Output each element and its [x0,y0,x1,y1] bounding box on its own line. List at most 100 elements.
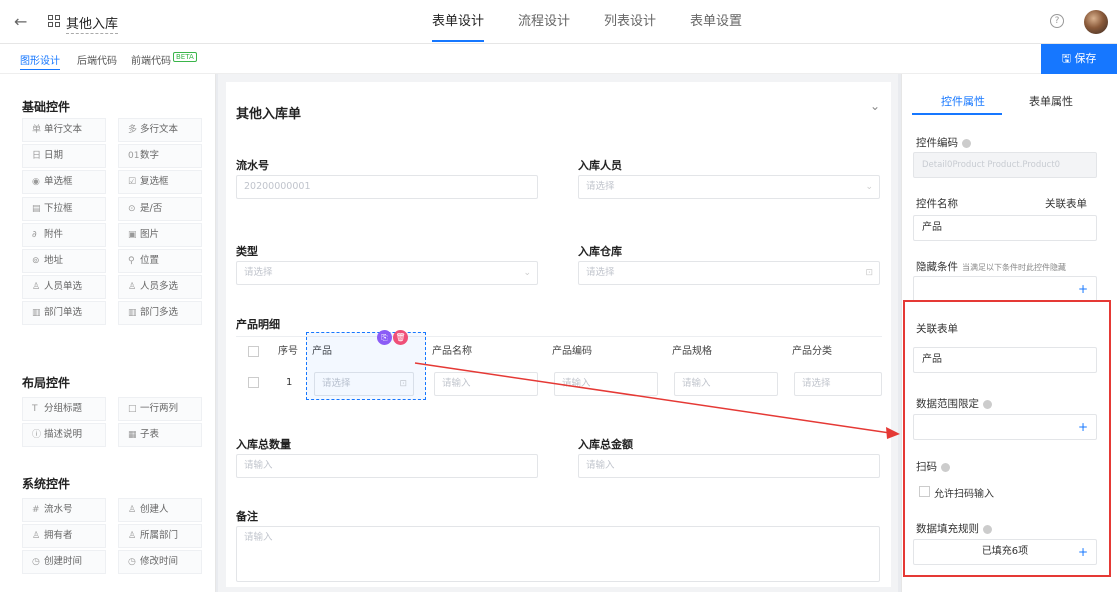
component-icon: ◷ [128,557,136,568]
total-qty-input[interactable]: 请输入 [236,454,538,478]
component-item[interactable]: ♙ 所属部门 [118,524,202,549]
component-label: 单行文本 [44,124,83,135]
component-item[interactable]: ◉ 单选框 [22,170,106,195]
component-item[interactable]: □ 一行两列 [118,397,202,421]
total-amount-input[interactable]: 请输入 [578,454,880,478]
row-index: 1 [286,377,293,388]
form-title: 其他入库单 [236,107,302,122]
component-item[interactable]: ☑ 复选框 [118,170,202,195]
subtab-backend-code[interactable]: 后端代码 [77,52,117,67]
person-input[interactable]: 请选择 ⌄ [578,175,880,199]
component-icon: ♙ [32,531,41,542]
delete-icon[interactable]: 🗑 [393,330,408,345]
component-icon: ⊙ [128,203,136,214]
component-item[interactable]: ♙ 人员单选 [22,275,106,300]
tab-list-design[interactable]: 列表设计 [592,0,668,44]
component-item[interactable]: 日日期 [22,144,106,169]
component-item[interactable]: ∂ 附件 [22,222,106,247]
column-header-product-name[interactable]: 产品名称 [432,337,472,367]
component-item[interactable]: T 分组标题 [22,397,106,421]
tab-form-settings[interactable]: 表单设置 [678,0,754,44]
component-icon: ♙ [32,282,41,293]
component-item[interactable]: ♙ 人员多选 [118,275,202,300]
component-item[interactable]: ◷ 修改时间 [118,550,202,575]
component-label: 图片 [140,228,160,240]
component-icon: 01 [128,151,140,162]
product-code-input[interactable]: 请输入 [554,372,658,396]
component-item[interactable]: ⚲ 位置 [118,249,202,273]
component-item[interactable]: ⊚ 地址 [22,249,106,273]
person-placeholder: 请选择 [586,181,615,192]
component-item[interactable]: ▥ 部门单选 [22,301,106,326]
component-item[interactable]: ▦ 子表 [118,423,202,448]
copy-icon[interactable]: ⎘ [377,330,392,345]
tab-control-properties[interactable]: 控件属性 [941,93,985,109]
component-item[interactable]: # 流水号 [22,498,106,522]
product-name-input[interactable]: 请输入 [434,372,538,396]
hide-condition-input[interactable]: + [913,276,1097,302]
plus-icon[interactable]: + [1078,277,1088,301]
remark-label: 备注 [236,510,258,523]
serial-label: 流水号 [236,159,269,172]
total-amount-label: 入库总金额 [578,438,633,451]
component-item[interactable]: ♙ 拥有者 [22,524,106,549]
component-label: 创建人 [140,504,169,515]
top-bar: ← 其他入库 表单设计 流程设计 列表设计 表单设置 ? [0,0,1117,44]
component-label: 日期 [44,150,64,162]
component-icon: ▦ [128,430,137,441]
type-select[interactable]: 请选择 ⌄ [236,261,538,285]
component-item[interactable]: ◷ 创建时间 [22,550,106,575]
component-item[interactable]: ⊙ 是/否 [118,196,202,221]
row-checkbox[interactable] [248,377,259,388]
remark-textarea[interactable]: 请输入 [236,526,880,582]
hide-condition-hint: 当满足以下条件时此控件隐藏 [962,263,1066,272]
save-icon: 🖫 [1061,52,1075,65]
chevron-down-icon[interactable]: ⌄ [870,99,880,113]
component-label: 地址 [44,255,64,266]
component-icon: ▤ [32,203,41,214]
related-form-link[interactable]: 关联表单 [1045,196,1087,211]
component-label: 创建时间 [44,556,83,568]
warehouse-select[interactable]: 请选择 ⊡ [578,261,880,285]
help-icon[interactable]: ? [1050,14,1064,28]
subtab-frontend-code[interactable]: 前端代码 BETA [131,52,197,67]
column-header-product-category[interactable]: 产品分类 [792,337,832,367]
control-name-input[interactable]: 产品 [913,215,1097,241]
help-icon[interactable] [962,138,971,148]
component-item[interactable]: ♙ 创建人 [118,498,202,522]
component-label: 人员单选 [44,281,83,293]
serial-input[interactable]: 20200000001 [236,175,538,199]
warehouse-placeholder: 请选择 [586,267,615,278]
avatar[interactable] [1084,10,1108,34]
component-icon: ♙ [128,531,137,542]
save-button[interactable]: 🖫 保存 [1041,44,1117,74]
component-icon: 多 [128,125,138,135]
subtab-graphic-design[interactable]: 图形设计 [20,52,60,70]
component-item[interactable]: ▥ 部门多选 [118,301,202,326]
component-item[interactable]: 01数字 [118,144,202,169]
component-label: 附件 [44,228,64,240]
select-all-checkbox[interactable] [248,346,259,357]
component-label: 是/否 [140,202,163,214]
component-item[interactable]: ▣ 图片 [118,222,202,247]
warehouse-label: 入库仓库 [578,245,622,258]
component-icon: ⚲ [128,256,135,266]
section-title: 基础控件 [22,100,71,114]
component-item[interactable]: 多多行文本 [118,118,202,142]
app-title[interactable]: 其他入库 [66,13,119,34]
column-header-product-spec[interactable]: 产品规格 [672,337,712,367]
component-item[interactable]: 单单行文本 [22,118,106,142]
component-item[interactable]: ⓘ 描述说明 [22,423,106,448]
tab-form-properties[interactable]: 表单属性 [1029,93,1073,109]
component-label: 修改时间 [140,556,179,568]
component-item[interactable]: ▤ 下拉框 [22,196,106,221]
selected-column-outline[interactable] [306,332,426,400]
arrow-left-icon[interactable]: ← [14,12,27,31]
tab-form-design[interactable]: 表单设计 [420,0,496,44]
product-category-input[interactable]: 请选择 [794,372,882,396]
component-icon: ☑ [128,177,137,188]
tab-flow-design[interactable]: 流程设计 [506,0,582,44]
component-label: 数字 [140,150,160,162]
product-spec-input[interactable]: 请输入 [674,372,778,396]
column-header-product-code[interactable]: 产品编码 [552,337,592,367]
